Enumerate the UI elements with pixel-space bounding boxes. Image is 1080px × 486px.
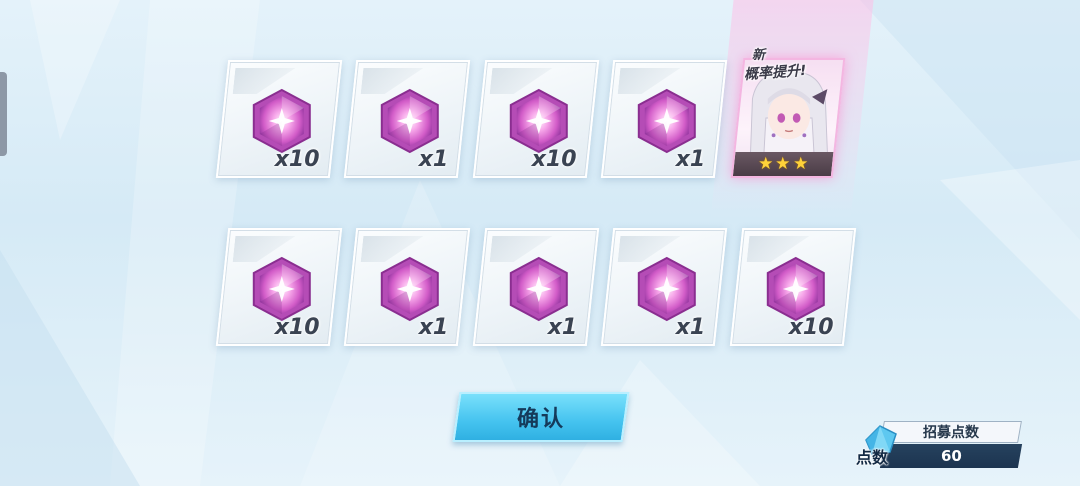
confirm-button-label: 确认: [516, 407, 565, 432]
rarity-stars: ★ ★ ★: [732, 152, 834, 176]
pink-crystal-icon: [252, 88, 311, 154]
pink-crystal-icon: [509, 256, 568, 322]
reward-card[interactable]: x10: [215, 228, 343, 346]
pink-crystal-icon: [252, 256, 311, 322]
side-panel-tab[interactable]: [0, 72, 7, 156]
reward-quantity: x1: [418, 315, 448, 340]
recruit-points-value: 60: [940, 447, 962, 465]
reward-quantity: x10: [274, 147, 320, 172]
reward-card[interactable]: x1: [472, 228, 600, 346]
reward-card[interactable]: x1: [343, 60, 471, 178]
star-icon: ★: [792, 153, 809, 174]
recruit-points-short-label: 点数: [856, 448, 889, 467]
reward-card[interactable]: x1: [600, 60, 728, 178]
reward-quantity: x1: [547, 315, 577, 340]
reward-card[interactable]: x10: [472, 60, 600, 178]
reward-card[interactable]: x10: [729, 228, 857, 346]
pink-crystal-icon: [637, 88, 696, 154]
star-icon: ★: [775, 153, 791, 174]
reward-quantity: x1: [675, 315, 705, 340]
star-icon: ★: [758, 153, 774, 174]
pink-crystal-icon: [766, 256, 825, 322]
reward-quantity: x10: [531, 147, 577, 172]
pink-crystal-icon: [637, 256, 696, 322]
reward-quantity: x10: [788, 315, 834, 340]
reward-card[interactable]: x10: [215, 60, 343, 178]
reward-quantity: x10: [274, 315, 320, 340]
reward-card[interactable]: x1: [343, 228, 471, 346]
reward-quantity: x1: [675, 147, 705, 172]
pink-crystal-icon: [380, 256, 439, 322]
pink-crystal-icon: [380, 88, 439, 154]
new-label: 新: [752, 48, 766, 63]
reward-card[interactable]: x1: [600, 228, 728, 346]
recruit-points-panel: 招募点数 60 点数: [856, 420, 1023, 470]
pink-crystal-icon: [509, 88, 568, 154]
reward-quantity: x1: [418, 147, 448, 172]
recruit-points-title: 招募点数: [923, 425, 979, 441]
confirm-button[interactable]: 确认: [452, 392, 630, 442]
